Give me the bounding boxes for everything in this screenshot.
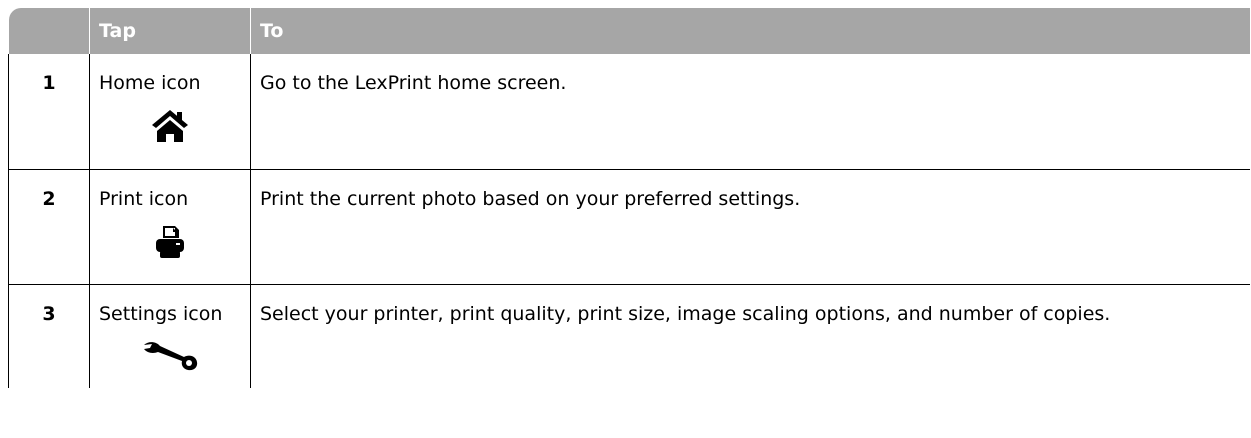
- reference-table: Tap To 1 Home icon Go to the LexPrint ho: [8, 8, 1250, 388]
- tap-cell: Print icon: [89, 169, 251, 285]
- header-to: To: [260, 20, 284, 42]
- tap-cell: Home icon: [89, 54, 251, 170]
- to-cell: Go to the LexPrint home screen.: [250, 54, 1250, 170]
- to-cell: Print the current photo based on your pr…: [250, 169, 1250, 285]
- row-number: 1: [42, 72, 56, 94]
- row-number-cell: 2: [8, 169, 90, 285]
- home-icon: [90, 110, 250, 147]
- table-row: 3 Settings icon Select your printer, pri…: [8, 284, 1250, 388]
- header-number: [8, 8, 90, 54]
- table-row: 1 Home icon Go to the LexPrint home scre…: [8, 54, 1250, 170]
- wrench-icon: [90, 341, 250, 376]
- table-row: 2 Print icon Print the current photo bas…: [8, 169, 1250, 285]
- to-description: Select your printer, print quality, prin…: [260, 302, 1111, 325]
- tap-cell: Settings icon: [89, 284, 251, 388]
- to-description: Print the current photo based on your pr…: [260, 187, 801, 210]
- row-number: 2: [42, 187, 56, 210]
- tap-label: Settings icon: [99, 302, 223, 325]
- tap-label: Print icon: [99, 187, 189, 210]
- row-number-cell: 3: [8, 284, 90, 388]
- printer-icon: [90, 225, 250, 263]
- row-number: 3: [42, 302, 56, 325]
- row-number-cell: 1: [8, 54, 90, 170]
- table-header-row: Tap To: [8, 8, 1250, 54]
- tap-label: Home icon: [99, 72, 201, 94]
- to-description: Go to the LexPrint home screen.: [260, 72, 567, 94]
- header-tap: Tap: [89, 8, 251, 54]
- to-cell: Select your printer, print quality, prin…: [251, 284, 1250, 388]
